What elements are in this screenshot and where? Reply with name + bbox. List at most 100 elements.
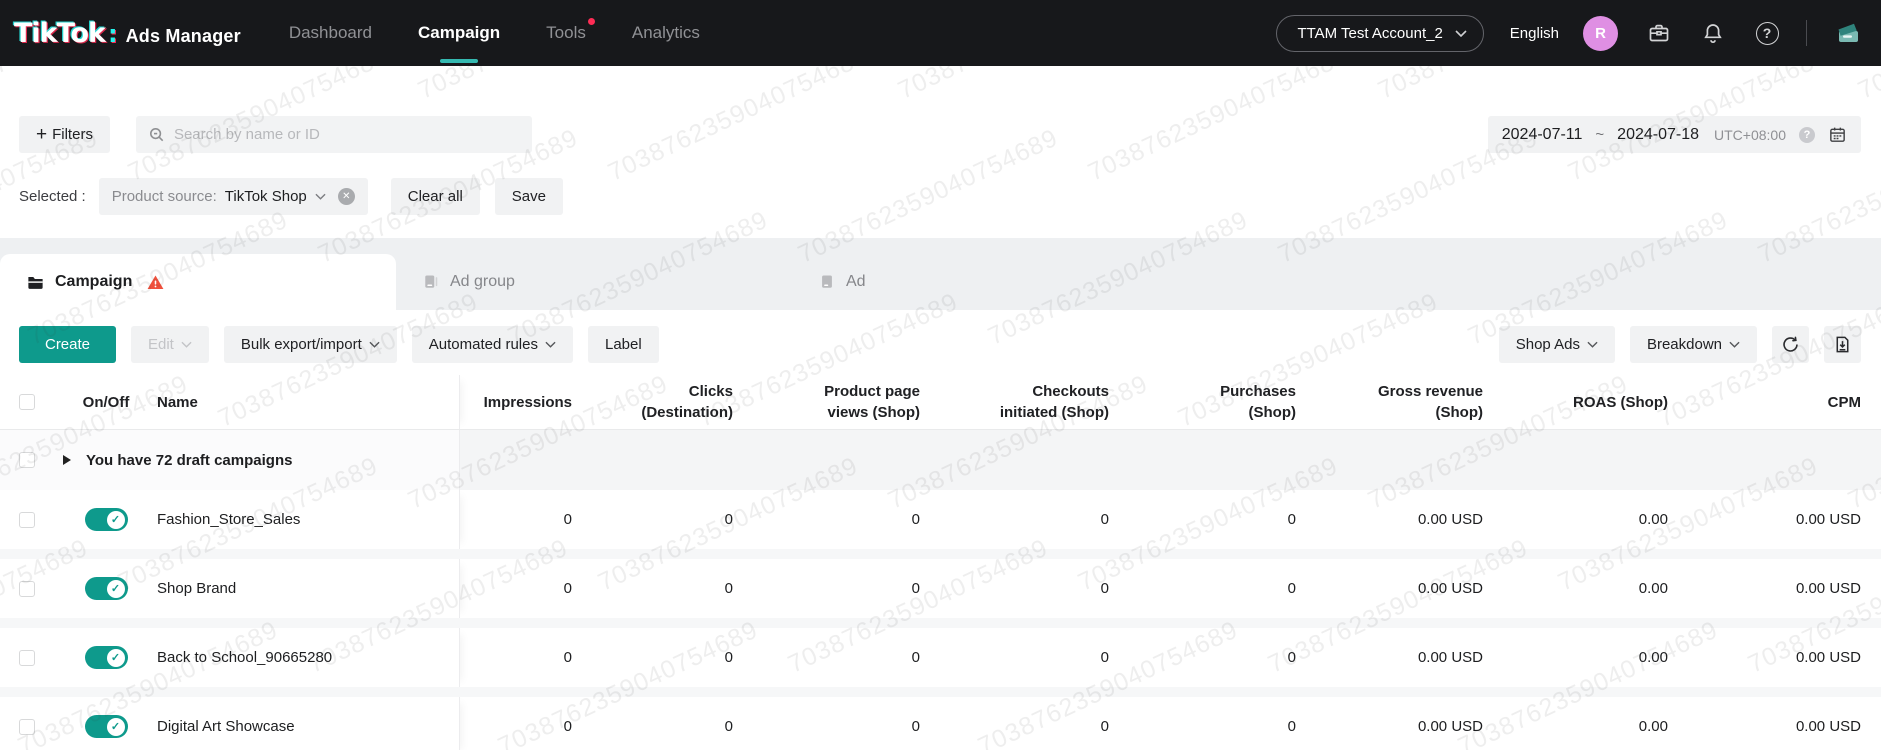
check-icon	[107, 511, 125, 529]
folder-icon	[26, 273, 45, 292]
save-button[interactable]: Save	[495, 178, 563, 215]
business-suite-icon[interactable]	[1646, 20, 1672, 46]
row-onoff-toggle[interactable]	[85, 715, 128, 738]
nav-item-tools[interactable]: Tools	[544, 0, 588, 66]
campaign-table-card: Create Edit Bulk export/import Automated…	[0, 310, 1881, 750]
ads-manager-page: TikTok : Ads Manager Dashboard Campaign …	[0, 0, 1881, 750]
row-checkbox[interactable]	[19, 581, 35, 597]
bulk-export-import-button[interactable]: Bulk export/import	[224, 326, 397, 363]
metric-value: 0	[733, 490, 920, 549]
search-input[interactable]	[174, 126, 520, 143]
metric-value: 0.00	[1483, 559, 1668, 618]
metric-value: 0	[920, 559, 1109, 618]
row-checkbox[interactable]	[19, 719, 35, 735]
breakdown-selector[interactable]: Breakdown	[1630, 326, 1757, 363]
date-start: 2024-07-11	[1502, 126, 1583, 144]
refresh-button[interactable]	[1772, 326, 1809, 363]
row-onoff-toggle[interactable]	[85, 508, 128, 531]
metric-value: 0	[572, 628, 733, 687]
nav-right-controls: TTAM Test Account_2 English R ?	[1276, 15, 1861, 52]
metric-value: 0	[733, 559, 920, 618]
campaign-name[interactable]: Fashion_Store_Sales	[157, 511, 300, 528]
row-checkbox[interactable]	[19, 650, 35, 666]
level-tabbar: Campaign Ad group Ad	[0, 238, 1881, 310]
top-nav: TikTok : Ads Manager Dashboard Campaign …	[0, 0, 1881, 66]
metric-value: 0.00	[1483, 697, 1668, 750]
metric-value: 0	[460, 559, 572, 618]
metric-value: 0.00 USD	[1668, 490, 1861, 549]
column-header-name: Name	[157, 394, 198, 411]
language-selector[interactable]: English	[1510, 25, 1559, 42]
metric-value: 0.00 USD	[1668, 628, 1861, 687]
edit-button[interactable]: Edit	[131, 326, 209, 363]
ad-group-icon	[422, 273, 440, 291]
metric-value: 0	[1109, 628, 1296, 687]
column-header-product-page-views: Product page views (Shop)	[733, 375, 920, 429]
chevron-down-icon	[1455, 30, 1467, 37]
nav-item-analytics[interactable]: Analytics	[630, 0, 702, 66]
automated-rules-button[interactable]: Automated rules	[412, 326, 573, 363]
chevron-down-icon	[369, 341, 380, 348]
metric-value: 0	[920, 697, 1109, 750]
row-checkbox[interactable]	[19, 452, 35, 468]
metric-value: 0.00 USD	[1296, 697, 1483, 750]
metric-value: 0	[1109, 697, 1296, 750]
metric-value: 0	[733, 697, 920, 750]
account-selector[interactable]: TTAM Test Account_2	[1276, 15, 1483, 52]
column-header-checkouts: Checkouts initiated (Shop)	[920, 375, 1109, 429]
table-row: Back to School_90665280000000.00 USD0.00…	[0, 628, 1881, 697]
tab-ad[interactable]: Ad	[792, 254, 1188, 310]
avatar[interactable]: R	[1583, 16, 1618, 51]
selected-label: Selected :	[19, 188, 86, 205]
coupon-ticket-icon[interactable]	[1835, 20, 1861, 46]
date-range-picker[interactable]: 2024-07-11 ~ 2024-07-18 UTC+08:00 ?	[1488, 116, 1861, 153]
search-icon	[148, 126, 165, 143]
table-row: Fashion_Store_Sales000000.00 USD0.000.00…	[0, 490, 1881, 559]
calendar-icon	[1828, 125, 1847, 144]
shop-ads-selector[interactable]: Shop Ads	[1499, 326, 1615, 363]
plus-icon: +	[36, 124, 47, 146]
create-button[interactable]: Create	[19, 326, 116, 363]
tab-ad-group[interactable]: Ad group	[396, 254, 792, 310]
date-end: 2024-07-18	[1617, 126, 1699, 144]
metric-value: 0	[460, 697, 572, 750]
filters-button[interactable]: + Filters	[19, 116, 110, 153]
campaign-name[interactable]: Digital Art Showcase	[157, 718, 295, 735]
nav-item-campaign[interactable]: Campaign	[416, 0, 502, 66]
clear-all-button[interactable]: Clear all	[391, 178, 480, 215]
nav-item-dashboard[interactable]: Dashboard	[287, 0, 374, 66]
campaign-name[interactable]: Back to School_90665280	[157, 649, 332, 666]
logo-colon: :	[108, 20, 118, 48]
row-onoff-toggle[interactable]	[85, 646, 128, 669]
chevron-down-icon	[315, 193, 326, 200]
column-header-clicks: Clicks (Destination)	[572, 375, 733, 429]
metric-value: 0.00	[1483, 490, 1668, 549]
tiktok-logo[interactable]: TikTok : Ads Manager	[14, 18, 241, 49]
row-onoff-toggle[interactable]	[85, 577, 128, 600]
notifications-bell-icon[interactable]	[1700, 20, 1726, 46]
export-file-icon	[1833, 335, 1852, 354]
column-header-impressions: Impressions	[460, 375, 572, 429]
tab-campaign[interactable]: Campaign	[0, 254, 396, 310]
check-icon	[107, 718, 125, 736]
search-box	[136, 116, 532, 153]
export-button[interactable]	[1824, 326, 1861, 363]
filter-chip-product-source[interactable]: Product source: TikTok Shop	[99, 178, 368, 215]
check-icon	[107, 649, 125, 667]
notification-dot	[588, 18, 595, 25]
draft-campaigns-row[interactable]: You have 72 draft campaigns	[0, 430, 1881, 490]
remove-filter-icon[interactable]	[338, 188, 355, 205]
metric-value: 0	[572, 559, 733, 618]
metric-value: 0.00 USD	[1296, 490, 1483, 549]
select-all-checkbox[interactable]	[19, 394, 35, 410]
campaign-name[interactable]: Shop Brand	[157, 580, 236, 597]
timezone-help-icon[interactable]: ?	[1799, 127, 1815, 143]
column-header-onoff: On/Off	[75, 394, 137, 411]
metric-value: 0.00	[1483, 628, 1668, 687]
row-checkbox[interactable]	[19, 512, 35, 528]
column-header-cpm: CPM	[1668, 375, 1861, 429]
expand-caret-icon[interactable]	[63, 455, 71, 465]
label-button[interactable]: Label	[588, 326, 659, 363]
nav-divider	[1806, 20, 1807, 46]
help-icon[interactable]: ?	[1754, 20, 1780, 46]
